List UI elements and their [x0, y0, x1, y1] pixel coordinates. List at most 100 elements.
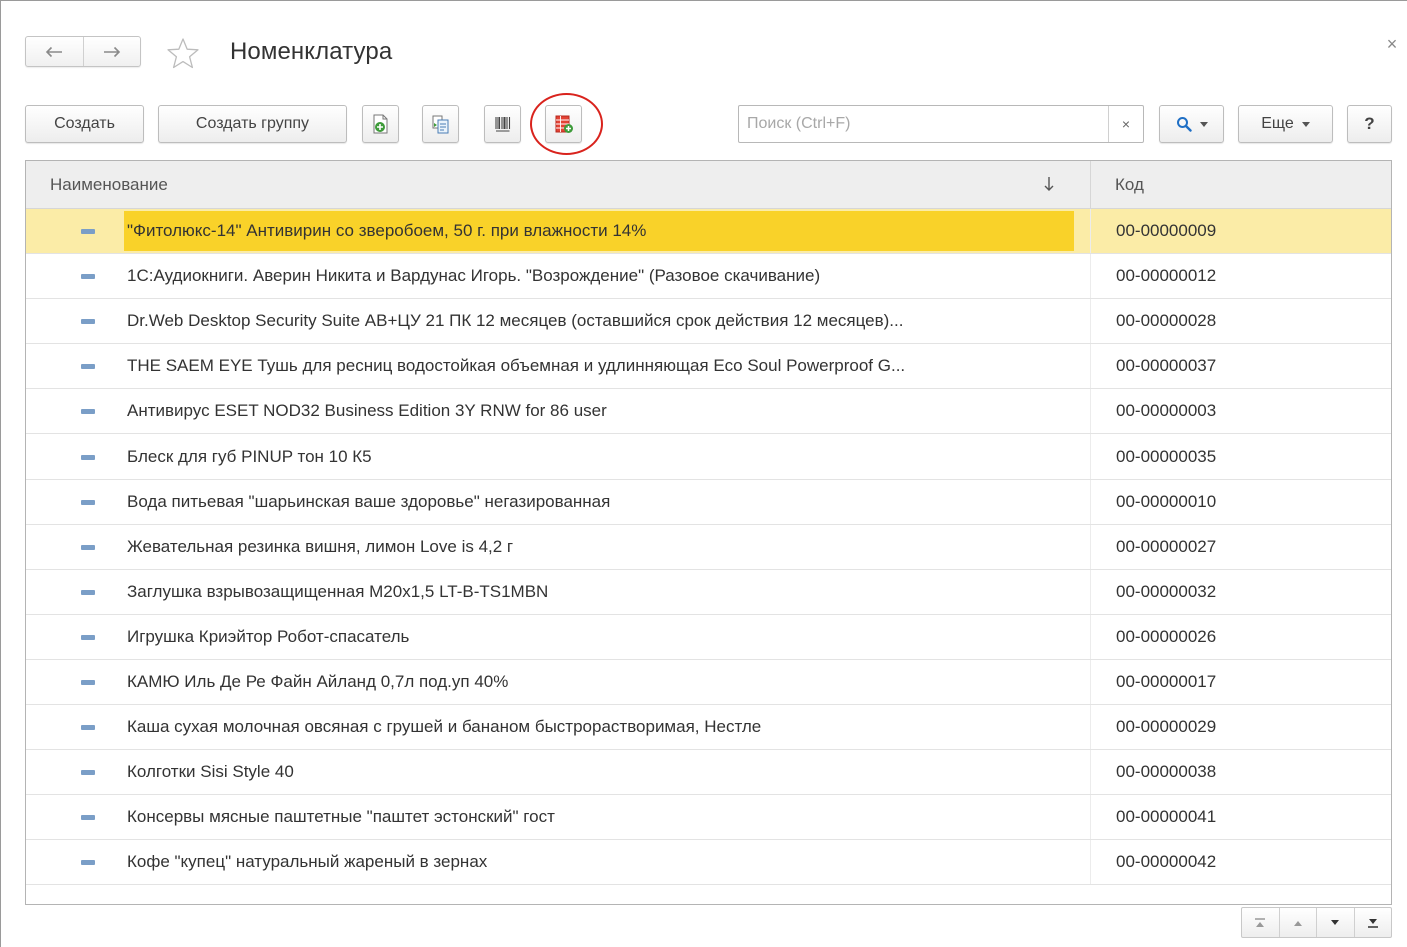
item-code: 00-00000010	[1090, 479, 1391, 524]
scroll-top-button[interactable]	[1242, 908, 1279, 937]
cell-name: Антивирус ESET NOD32 Business Edition 3Y…	[26, 389, 1090, 433]
item-name: Жевательная резинка вишня, лимон Love is…	[127, 536, 514, 556]
close-icon[interactable]: ×	[1383, 35, 1401, 53]
search-box: ×	[738, 105, 1144, 143]
item-name: Колготки Sisi Style 40	[127, 762, 294, 782]
more-menu-button[interactable]: Еще	[1238, 105, 1333, 143]
cell-name: Консервы мясные паштетные "паштет эстонс…	[26, 795, 1090, 839]
item-name: Консервы мясные паштетные "паштет эстонс…	[127, 807, 555, 827]
table-row[interactable]: Жевательная резинка вишня, лимон Love is…	[26, 524, 1391, 570]
cell-name: Dr.Web Desktop Security Suite АВ+ЦУ 21 П…	[26, 299, 1090, 343]
item-code: 00-00000017	[1090, 659, 1391, 705]
search-clear-button[interactable]: ×	[1108, 106, 1143, 142]
item-marker-icon	[81, 409, 95, 415]
cell-name: Колготки Sisi Style 40	[26, 750, 1090, 794]
table-row[interactable]: Антивирус ESET NOD32 Business Edition 3Y…	[26, 389, 1391, 435]
cell-name: "Фитолюкс-14" Антивирин со зверобоем, 50…	[26, 209, 1090, 253]
column-header-name[interactable]: Наименование	[26, 161, 1090, 208]
table-row[interactable]: Блеск для губ PINUP тон 10 К5 00-00000035	[26, 434, 1391, 480]
item-name: "Фитолюкс-14" Антивирин со зверобоем, 50…	[124, 211, 1074, 252]
table-row[interactable]: "Фитолюкс-14" Антивирин со зверобоем, 50…	[26, 209, 1391, 255]
item-code: 00-00000009	[1090, 209, 1391, 254]
forward-button[interactable]	[82, 37, 141, 66]
table-row[interactable]: THE SAEM EYE Тушь для ресниц водостойкая…	[26, 344, 1391, 390]
table-add-icon	[555, 115, 573, 133]
item-name: Каша сухая молочная овсяная с грушей и б…	[127, 717, 762, 737]
load-from-file-button[interactable]	[545, 105, 582, 143]
sort-down-icon	[1044, 177, 1054, 191]
cell-name: Каша сухая молочная овсяная с грушей и б…	[26, 705, 1090, 749]
back-button[interactable]	[26, 37, 83, 66]
document-add-icon	[373, 114, 387, 134]
barcode-icon	[494, 117, 510, 132]
create-button[interactable]: Создать	[25, 105, 144, 143]
window: × Номенклатура Создать Создать группу По…	[0, 0, 1407, 947]
table-row[interactable]: Вода питьевая "шарьинская ваше здоровье"…	[26, 479, 1391, 525]
item-name: Вода питьевая "шарьинская ваше здоровье"…	[127, 491, 611, 511]
scroll-bottom-icon	[1367, 918, 1378, 928]
create-group-button[interactable]: Создать группу	[158, 105, 347, 143]
search-input[interactable]	[739, 106, 1110, 142]
copy-icon	[432, 115, 448, 134]
more-menu-label: Еще	[1261, 115, 1294, 132]
item-name: Заглушка взрывозащищенная М20х1,5 LT-B-T…	[127, 581, 549, 601]
chevron-down-icon	[1301, 121, 1310, 127]
cell-name: Кофе "купец" натуральный жареный в зерна…	[26, 840, 1090, 884]
help-button[interactable]: ?	[1347, 105, 1392, 143]
item-code: 00-00000038	[1090, 750, 1391, 795]
cell-name: Игрушка Криэйтор Робот-спасатель	[26, 615, 1090, 659]
search-button[interactable]	[1159, 105, 1224, 143]
cell-name: THE SAEM EYE Тушь для ресниц водостойкая…	[26, 344, 1090, 388]
item-name: Блеск для губ PINUP тон 10 К5	[127, 446, 372, 466]
arrow-right-icon	[103, 46, 120, 57]
item-marker-icon	[81, 229, 95, 235]
item-code: 00-00000003	[1090, 389, 1391, 434]
item-name: Dr.Web Desktop Security Suite АВ+ЦУ 21 П…	[127, 311, 904, 331]
table-row[interactable]: Консервы мясные паштетные "паштет эстонс…	[26, 795, 1391, 841]
add-copy-button[interactable]	[362, 105, 399, 143]
table-row[interactable]: Игрушка Криэйтор Робот-спасатель 00-00000…	[26, 614, 1391, 660]
column-header-code[interactable]: Код	[1090, 161, 1391, 208]
item-name: Игрушка Криэйтор Робот-спасатель	[127, 626, 410, 646]
navigation-buttons	[25, 36, 141, 67]
nomenclature-table: Наименование Код "Фитолюкс-14" Антивирин…	[25, 160, 1392, 905]
table-header: Наименование Код	[26, 161, 1391, 209]
item-marker-icon	[81, 364, 95, 370]
item-name: 1С:Аудиокниги. Аверин Никита и Вардунас …	[127, 266, 821, 286]
item-marker-icon	[81, 319, 95, 325]
arrow-left-icon	[46, 46, 63, 57]
chevron-down-icon	[1199, 121, 1208, 127]
scroll-bottom-button[interactable]	[1353, 908, 1392, 937]
scroll-controls	[1241, 907, 1392, 938]
item-name: Кофе "купец" натуральный жареный в зерна…	[127, 852, 488, 872]
star-icon[interactable]	[165, 36, 201, 72]
item-code: 00-00000026	[1090, 614, 1391, 659]
item-marker-icon	[81, 634, 95, 640]
table-row[interactable]: Колготки Sisi Style 40 00-00000038	[26, 750, 1391, 796]
copy-button[interactable]	[422, 105, 459, 143]
magnifier-icon	[1176, 117, 1192, 132]
item-marker-icon	[81, 454, 95, 460]
table-body: "Фитолюкс-14" Антивирин со зверобоем, 50…	[26, 209, 1391, 886]
table-row[interactable]: КАМЮ Иль Де Ре Файн Айланд 0,7л под.уп 4…	[26, 659, 1391, 706]
cell-name: Заглушка взрывозащищенная М20х1,5 LT-B-T…	[26, 570, 1090, 614]
scroll-down-button[interactable]	[1316, 908, 1354, 937]
page-title: Номенклатура	[230, 38, 393, 65]
table-row[interactable]: Dr.Web Desktop Security Suite АВ+ЦУ 21 П…	[26, 299, 1391, 345]
cell-name: Блеск для губ PINUP тон 10 К5	[26, 434, 1090, 478]
scroll-down-icon	[1331, 919, 1340, 925]
item-code: 00-00000029	[1090, 705, 1391, 750]
item-code: 00-00000037	[1090, 344, 1391, 389]
scroll-up-button[interactable]	[1278, 908, 1317, 937]
table-row[interactable]: Заглушка взрывозащищенная М20х1,5 LT-B-T…	[26, 569, 1391, 615]
item-code: 00-00000027	[1090, 524, 1391, 569]
item-marker-icon	[81, 589, 95, 595]
item-code: 00-00000012	[1090, 254, 1391, 299]
table-row[interactable]: 1С:Аудиокниги. Аверин Никита и Вардунас …	[26, 254, 1391, 300]
table-row[interactable]: Каша сухая молочная овсяная с грушей и б…	[26, 705, 1391, 751]
barcode-button[interactable]	[484, 105, 521, 143]
table-row[interactable]: Кофе "купец" натуральный жареный в зерна…	[26, 840, 1391, 886]
item-code: 00-00000032	[1090, 569, 1391, 614]
item-code: 00-00000028	[1090, 299, 1391, 344]
item-marker-icon	[81, 860, 95, 866]
